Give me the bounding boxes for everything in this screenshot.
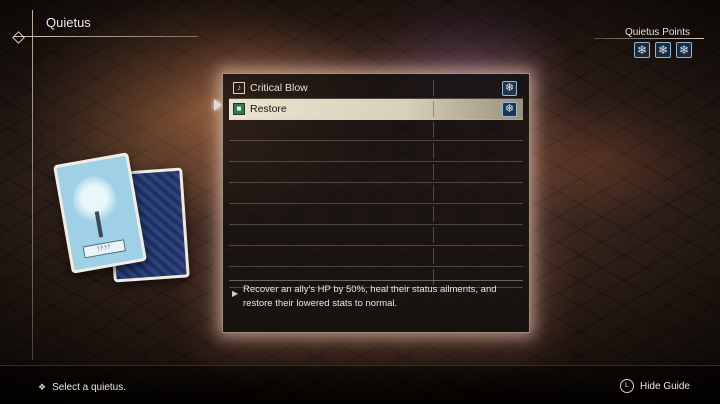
column-divider	[433, 122, 434, 138]
list-item[interactable]: ■ Restore ❄	[229, 99, 523, 120]
music-note-icon: ♪	[233, 82, 245, 94]
list-item[interactable]: ♪ Critical Blow ❄	[229, 78, 523, 99]
quietus-list: ♪ Critical Blow ❄ ■ Restore ❄	[229, 78, 523, 288]
hide-guide-button[interactable]: L Hide Guide	[619, 379, 690, 393]
column-divider	[433, 143, 434, 159]
dpad-icon: ❖	[38, 382, 47, 392]
green-square-icon: ■	[233, 103, 245, 115]
controller-button-icon: L	[619, 379, 634, 393]
footer-hint-text: Select a quietus.	[52, 382, 127, 393]
empty-list-row	[229, 183, 523, 204]
empty-list-row	[229, 162, 523, 183]
column-divider	[433, 101, 434, 117]
header-line	[14, 36, 198, 37]
snowflake-icon: ❄	[634, 42, 650, 58]
snowflake-icon: ❄	[655, 42, 671, 58]
description-box: ▶ Recover an ally's HP by 50%, heal thei…	[229, 280, 523, 326]
page-title: Quietus	[46, 15, 91, 30]
empty-list-row	[229, 204, 523, 225]
snowflake-icon: ❄	[676, 42, 692, 58]
list-item-name: Restore	[250, 103, 287, 115]
column-divider	[433, 248, 434, 264]
column-divider	[433, 80, 434, 96]
empty-list-row	[229, 141, 523, 162]
empty-list-row	[229, 120, 523, 141]
column-divider	[433, 164, 434, 180]
snowflake-cost-icon: ❄	[502, 102, 517, 117]
snowflake-cost-icon: ❄	[502, 81, 517, 96]
column-divider	[433, 185, 434, 201]
description-text: Recover an ally's HP by 50%, heal their …	[243, 284, 497, 309]
quietus-points-label: Quietus Points	[624, 27, 690, 38]
card-nameplate: ᚫᚫᚫᚫ	[82, 239, 127, 259]
quietus-points-icons: ❄ ❄ ❄	[634, 42, 692, 58]
left-rail-line	[32, 10, 33, 360]
empty-list-row	[229, 246, 523, 267]
pointer-icon: ▶	[232, 289, 239, 298]
footer-hint: ❖ Select a quietus.	[38, 382, 126, 393]
empty-list-row	[229, 225, 523, 246]
column-divider	[433, 227, 434, 243]
quietus-list-panel: ♪ Critical Blow ❄ ■ Restore ❄ ▶ Recover an al…	[222, 73, 530, 333]
column-divider	[433, 206, 434, 222]
tree-illustration	[68, 172, 122, 236]
selection-cursor-icon	[214, 99, 222, 111]
list-item-name: Critical Blow	[250, 82, 308, 94]
quietus-points-line	[594, 38, 704, 39]
hide-guide-label: Hide Guide	[639, 380, 690, 392]
